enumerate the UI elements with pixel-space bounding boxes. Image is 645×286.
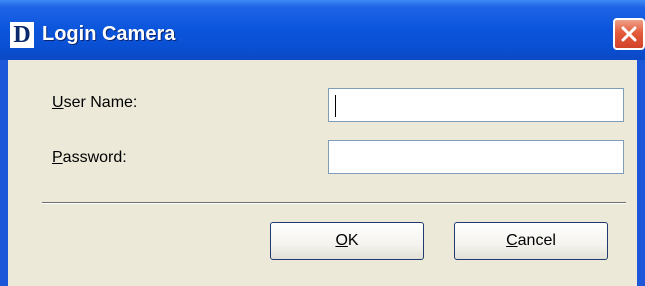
ok-label: K bbox=[347, 232, 359, 249]
dlink-logo-icon: D bbox=[10, 22, 34, 48]
cancel-accelerator: C bbox=[506, 232, 518, 249]
username-label: User Name: bbox=[52, 93, 137, 113]
close-button[interactable] bbox=[613, 18, 645, 50]
password-label-text: assword: bbox=[62, 149, 127, 166]
ok-accelerator: O bbox=[335, 232, 348, 249]
password-field[interactable] bbox=[328, 140, 624, 174]
username-label-accelerator: U bbox=[52, 94, 64, 111]
dialog-body: User Name: Password: OK Cancel bbox=[8, 60, 637, 286]
login-dialog: D Login Camera User Name: Password: OK C… bbox=[0, 0, 645, 286]
window-title: Login Camera bbox=[42, 23, 176, 45]
password-label-accelerator: P bbox=[52, 149, 63, 166]
cancel-button[interactable]: Cancel bbox=[454, 222, 608, 260]
ok-button[interactable]: OK bbox=[270, 222, 424, 260]
cancel-label: ancel bbox=[517, 232, 556, 249]
username-label-text: ser Name: bbox=[63, 94, 138, 111]
close-icon bbox=[621, 26, 637, 42]
username-field[interactable] bbox=[328, 88, 624, 122]
text-caret bbox=[335, 95, 336, 117]
password-label: Password: bbox=[52, 148, 127, 168]
separator bbox=[42, 202, 626, 204]
title-bar[interactable]: D Login Camera bbox=[0, 0, 645, 60]
